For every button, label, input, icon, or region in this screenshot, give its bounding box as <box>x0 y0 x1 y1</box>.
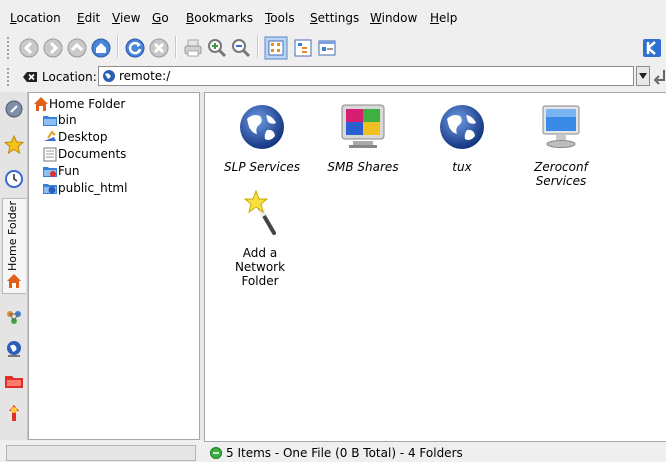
tree-node-home[interactable]: Home Folder <box>33 96 125 112</box>
tree-node-label: Desktop <box>58 130 108 144</box>
home-folder-icon <box>7 274 21 288</box>
print-icon[interactable] <box>182 37 204 59</box>
icon-item-zeroconf-services[interactable]: Zeroconf Services <box>517 103 605 188</box>
menu-window-rest: indow <box>381 11 418 25</box>
forward-icon[interactable] <box>42 37 64 59</box>
folder-icon <box>43 167 57 177</box>
desktop-icon <box>44 130 56 141</box>
tree-node-label: Home Folder <box>49 97 126 111</box>
chevron-down-icon <box>639 73 647 79</box>
menu-view[interactable]: View <box>112 11 140 25</box>
menu-location[interactable]: Location <box>10 11 61 25</box>
menu-help-rest: elp <box>439 11 458 25</box>
icon-view: SLP Services SMB Shares tux Zeroconf Ser… <box>204 92 666 442</box>
globe-icon <box>240 105 284 149</box>
icon-item-slp-services[interactable]: SLP Services <box>218 103 306 174</box>
location-value: remote:/ <box>119 69 171 83</box>
detail-view-icon[interactable] <box>316 37 338 59</box>
location-label: Location: <box>42 70 97 84</box>
status-bar: 5 Items - One File (0 B Total) - 4 Folde… <box>206 444 666 462</box>
icon-item-add-network-folder[interactable]: Add a Network Folder <box>216 189 304 288</box>
globe-icon <box>440 105 484 149</box>
menu-bookmarks[interactable]: Bookmarks <box>186 11 253 25</box>
toolbar-separator <box>257 36 259 58</box>
toolbar-separator <box>175 36 177 58</box>
monitor-icon <box>542 105 580 148</box>
tree-node-fun[interactable]: Fun <box>42 163 79 179</box>
status-ok-icon <box>210 447 222 459</box>
menu-window[interactable]: Window <box>370 11 417 25</box>
tree-node-label: public_html <box>58 181 128 195</box>
remote-tab-icon[interactable] <box>3 338 25 360</box>
magic-wand-icon <box>243 189 276 235</box>
go-icon[interactable] <box>654 68 666 86</box>
icon-item-label: tux <box>452 160 472 174</box>
web-folder-icon <box>43 184 57 194</box>
back-icon[interactable] <box>18 37 40 59</box>
status-text: 5 Items - One File (0 B Total) - 4 Folde… <box>226 446 463 460</box>
icon-item-label: Zeroconf <box>534 160 588 174</box>
reload-icon[interactable] <box>124 37 146 59</box>
icon-item-label: SLP Services <box>224 160 300 174</box>
konqueror-logo-icon[interactable] <box>641 37 663 59</box>
up-icon[interactable] <box>66 37 88 59</box>
services-tab-icon[interactable] <box>3 98 25 120</box>
icon-item-smb-shares[interactable]: SMB Shares <box>319 103 407 174</box>
folder-tree: Home Folder bin Desktop Documents Fun pu… <box>28 92 200 440</box>
menu-location-rest: ocation <box>16 11 61 25</box>
icon-item-tux[interactable]: tux <box>418 103 506 174</box>
sidebar-media-tab-icon[interactable] <box>3 402 25 424</box>
menu-go-rest: o <box>161 11 169 25</box>
home-folder-icon <box>34 97 48 111</box>
locationbar-grip[interactable] <box>6 67 10 87</box>
icon-item-label-line2: Network Folder <box>234 260 286 288</box>
tree-node-public-html[interactable]: public_html <box>42 180 127 196</box>
stop-icon[interactable] <box>148 37 170 59</box>
menu-view-rest: iew <box>119 11 141 25</box>
sidebar-status-area <box>6 445 196 461</box>
main-toolbar <box>0 32 666 62</box>
home-icon[interactable] <box>90 37 112 59</box>
menu-go[interactable]: Go <box>152 11 169 25</box>
folder-icon <box>43 116 57 126</box>
tab-home-folder[interactable]: Home Folder <box>2 198 26 294</box>
network-tab-icon[interactable] <box>3 306 25 328</box>
tree-node-bin[interactable]: bin <box>42 112 77 128</box>
icon-item-label: Add a <box>242 246 278 260</box>
tree-node-label: Documents <box>58 147 127 161</box>
location-input[interactable]: remote:/ <box>98 66 634 86</box>
menu-settings[interactable]: Settings <box>310 11 359 25</box>
document-folder-icon <box>43 147 57 162</box>
tree-node-label: Fun <box>58 164 80 178</box>
location-bar: Location: remote:/ <box>0 62 666 93</box>
location-dropdown[interactable] <box>636 66 650 86</box>
icon-view-icon[interactable] <box>264 36 288 60</box>
tree-node-documents[interactable]: Documents <box>42 146 126 162</box>
bookmarks-tab-icon[interactable] <box>3 134 25 156</box>
icon-item-label: SMB Shares <box>327 160 399 174</box>
menu-tools[interactable]: Tools <box>265 11 295 25</box>
tab-home-folder-label: Home Folder <box>6 201 19 271</box>
menu-tools-rest: ools <box>270 11 295 25</box>
menu-help[interactable]: Help <box>430 11 457 25</box>
history-tab-icon[interactable] <box>3 168 25 190</box>
navigation-panel-tabs: Home Folder <box>0 92 28 440</box>
globe-icon <box>103 70 115 82</box>
tree-node-label: bin <box>58 113 77 127</box>
tree-node-desktop[interactable]: Desktop <box>42 129 108 145</box>
root-folder-tab-icon[interactable] <box>3 370 25 392</box>
zoom-in-icon[interactable] <box>206 37 228 59</box>
menu-bar: Location Edit View Go Bookmarks Tools Se… <box>0 0 666 32</box>
menu-bookmarks-rest: ookmarks <box>194 11 254 25</box>
menu-settings-rest: ettings <box>317 11 360 25</box>
zoom-out-icon[interactable] <box>230 37 252 59</box>
menu-edit-rest: dit <box>84 11 101 25</box>
toolbar-separator <box>117 36 119 58</box>
menu-edit[interactable]: Edit <box>77 11 100 25</box>
icon-item-label-line2: Services <box>535 174 587 188</box>
tree-view-icon[interactable] <box>292 37 314 59</box>
toolbar-grip[interactable] <box>6 36 10 60</box>
smb-shares-icon <box>341 104 385 148</box>
clear-location-icon[interactable] <box>22 70 38 84</box>
